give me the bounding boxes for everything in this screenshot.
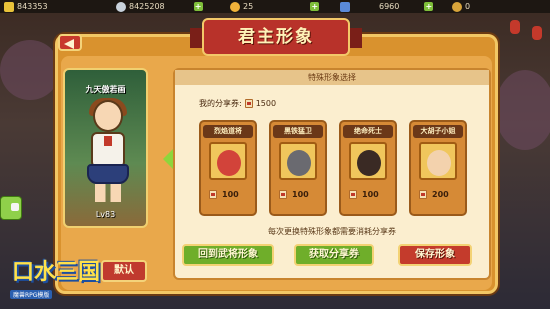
back-button[interactable] xyxy=(58,34,82,51)
dark-warrior-face xyxy=(357,150,381,176)
avatar-card-price-value: 100 xyxy=(362,190,379,199)
avatar-card-name: 绝命死士 xyxy=(343,125,393,138)
avatar-card-name: 烈焰道将 xyxy=(203,125,253,138)
coupon-icon xyxy=(419,190,427,199)
default-avatar-button[interactable]: 默认 xyxy=(101,260,147,282)
avatar-portrait xyxy=(209,142,247,180)
avatar-portrait xyxy=(349,142,387,180)
coupon-icon xyxy=(279,190,287,199)
logo-text: 口水三国 xyxy=(12,260,101,285)
resource-medal-value: 0 xyxy=(465,2,471,11)
avatar-card[interactable]: 烈焰道将 100 xyxy=(199,120,257,216)
background-tree xyxy=(0,40,60,100)
share-coupon-label: 我的分享券: xyxy=(199,99,242,108)
special-panel-header: 特殊形象选择 xyxy=(175,70,489,85)
avatar-card-price-value: 200 xyxy=(432,190,449,199)
add-gem-button[interactable]: + xyxy=(424,2,434,11)
avatar-card-price: 100 xyxy=(209,190,239,199)
character-head xyxy=(93,100,123,132)
chat-icon[interactable] xyxy=(0,196,22,220)
resource-gold: 843353 xyxy=(4,0,48,13)
return-to-general-avatar-button[interactable]: 回到武将形象 xyxy=(182,244,274,266)
save-avatar-button[interactable]: 保存形象 xyxy=(398,244,472,266)
resource-energy: 25 + xyxy=(230,0,320,13)
get-share-coupon-button[interactable]: 获取分享券 xyxy=(294,244,374,266)
avatar-card[interactable]: 大胡子小姐 200 xyxy=(409,120,467,216)
resource-gem: 6960 + xyxy=(340,0,434,13)
current-avatar-panel: 九天傲若画 Lv83 xyxy=(63,68,148,228)
resource-energy-value: 25 xyxy=(243,2,254,11)
dialog-title: 君主形象 xyxy=(190,18,362,56)
red-warrior-face xyxy=(217,150,241,176)
avatar-card-price-value: 100 xyxy=(222,190,239,199)
share-coupon-balance: 我的分享券: 1500 xyxy=(199,98,276,109)
energy-icon xyxy=(230,1,240,12)
coupon-icon xyxy=(244,99,253,108)
avatar-card[interactable]: 绝命死士 100 xyxy=(339,120,397,216)
avatar-card-name: 黑铁猛卫 xyxy=(273,125,323,138)
avatar-card[interactable]: 黑铁猛卫 100 xyxy=(269,120,327,216)
share-coupon-value: 1500 xyxy=(255,99,277,108)
add-energy-button[interactable]: + xyxy=(310,2,320,11)
resource-gold-value: 843353 xyxy=(17,2,48,11)
lantern-icon xyxy=(510,20,520,34)
medal-icon xyxy=(452,1,462,12)
coupon-cost-note: 每次更换特殊形象都需要消耗分享券 xyxy=(268,227,396,236)
gem-icon xyxy=(340,1,350,12)
avatar-portrait xyxy=(419,142,457,180)
resource-silver: 8425208 + xyxy=(116,0,203,13)
avatar-card-price: 200 xyxy=(419,190,449,199)
avatar-portrait xyxy=(279,142,317,180)
add-silver-button[interactable]: + xyxy=(193,2,203,11)
character-skirt xyxy=(87,164,129,184)
logo-subtitle: 魔兽RPG模版 xyxy=(10,290,53,299)
game-logo: 口水三国 魔兽RPG模版 xyxy=(6,250,106,302)
lantern-icon xyxy=(532,26,542,40)
character-level: Lv83 xyxy=(95,210,116,219)
character-legs xyxy=(95,184,121,202)
resource-medal: 0 xyxy=(452,0,470,13)
gold-ingot-icon xyxy=(4,1,14,12)
resource-bar: 843353 8425208 + 25 + 6960 + 0 xyxy=(0,0,550,13)
background-tree xyxy=(495,70,550,150)
iron-helmet-face xyxy=(287,150,311,176)
silver-coin-icon xyxy=(116,1,126,12)
avatar-card-name: 大胡子小姐 xyxy=(413,125,463,138)
special-avatar-panel: 特殊形象选择 我的分享券: 1500 烈焰道将 100 黑铁猛卫 100 绝命死… xyxy=(173,68,491,280)
character-tie xyxy=(104,136,112,146)
avatar-card-price: 100 xyxy=(349,190,379,199)
coupon-icon xyxy=(209,190,217,199)
character-portrait xyxy=(83,98,133,205)
bearded-lady-face xyxy=(427,150,451,176)
avatar-card-price-value: 100 xyxy=(292,190,309,199)
character-name: 九天傲若画 xyxy=(85,85,126,94)
avatar-card-price: 100 xyxy=(279,190,309,199)
resource-gem-value: 6960 xyxy=(379,2,400,11)
avatar-card-list: 烈焰道将 100 黑铁猛卫 100 绝命死士 100 大胡子小姐 200 xyxy=(199,120,469,220)
resource-silver-value: 8425208 xyxy=(129,2,165,11)
coupon-icon xyxy=(349,190,357,199)
